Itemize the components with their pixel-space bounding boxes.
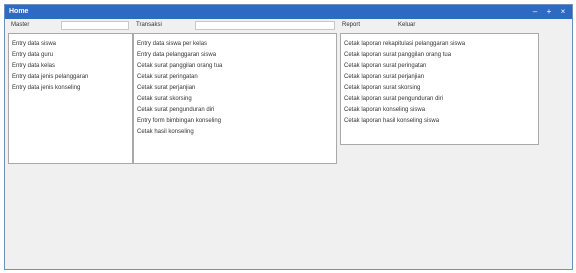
- transaksi-list[interactable]: Entry data siswa per kelas Entry data pe…: [133, 33, 337, 164]
- list-item[interactable]: Entry data pelanggaran siswa: [137, 52, 216, 58]
- list-item[interactable]: Entry data guru: [12, 52, 53, 58]
- list-item[interactable]: Entry form bimbingan konseling: [137, 118, 221, 124]
- menu-keluar[interactable]: Keluar: [398, 22, 415, 28]
- list-item[interactable]: Cetak laporan surat pengunduran diri: [344, 96, 443, 102]
- list-item[interactable]: Cetak laporan surat panggilan orang tua: [344, 52, 451, 58]
- list-item[interactable]: Cetak laporan surat skorsing: [344, 85, 420, 91]
- close-icon[interactable]: ×: [556, 6, 570, 17]
- master-list[interactable]: Entry data siswa Entry data guru Entry d…: [8, 33, 133, 164]
- list-item[interactable]: Cetak laporan rekapitulasi pelanggaran s…: [344, 41, 465, 47]
- menu-transaksi[interactable]: Transaksi: [136, 22, 162, 28]
- menu-master[interactable]: Master: [11, 22, 29, 28]
- list-item[interactable]: Entry data siswa: [12, 41, 56, 47]
- list-item[interactable]: Cetak surat perjanjian: [137, 85, 195, 91]
- title-bar[interactable]: Home – + ×: [5, 5, 572, 19]
- menu-bar: Master Transaksi Report Keluar: [5, 20, 572, 31]
- report-list[interactable]: Cetak laporan rekapitulasi pelanggaran s…: [340, 33, 539, 145]
- transaksi-field[interactable]: [195, 21, 335, 30]
- list-item[interactable]: Entry data jenis pelanggaran: [12, 74, 88, 80]
- list-item[interactable]: Cetak surat panggilan orang tua: [137, 63, 222, 69]
- list-item[interactable]: Entry data siswa per kelas: [137, 41, 207, 47]
- list-item[interactable]: Cetak hasil konseling: [137, 129, 194, 135]
- list-item[interactable]: Cetak laporan surat perjanjian: [344, 74, 424, 80]
- list-item[interactable]: Cetak surat peringatan: [137, 74, 198, 80]
- list-item[interactable]: Cetak surat skorsing: [137, 96, 192, 102]
- list-item[interactable]: Cetak laporan surat peringatan: [344, 63, 426, 69]
- menu-report[interactable]: Report: [342, 22, 360, 28]
- list-item[interactable]: Cetak laporan konseling siswa: [344, 107, 425, 113]
- master-field[interactable]: [61, 21, 129, 30]
- list-item[interactable]: Entry data kelas: [12, 63, 55, 69]
- list-item[interactable]: Cetak laporan hasil konseling siswa: [344, 118, 439, 124]
- maximize-icon[interactable]: +: [542, 6, 556, 17]
- list-item[interactable]: Cetak surat pengunduran diri: [137, 107, 214, 113]
- list-item[interactable]: Entry data jenis konseling: [12, 85, 80, 91]
- home-window: Home – + × Master Transaksi Report Kelua…: [4, 4, 573, 270]
- minimize-icon[interactable]: –: [528, 6, 542, 17]
- window-title: Home: [9, 8, 29, 15]
